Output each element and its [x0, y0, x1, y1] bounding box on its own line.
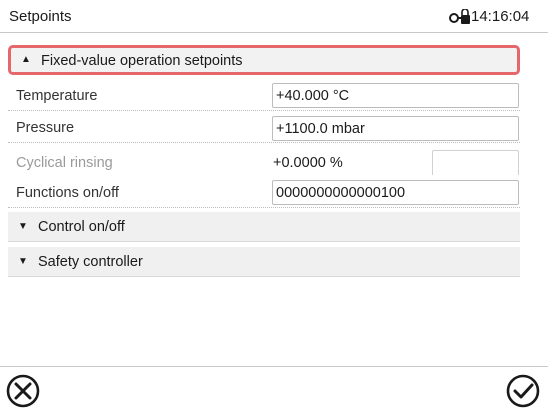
row-functions-on-off: Functions on/off 0000000000000100 [8, 178, 520, 208]
cyclical-rinsing-value: +0.0000 % [273, 155, 343, 171]
cyclical-rinsing-label: Cyclical rinsing [16, 155, 113, 171]
footer-bar [0, 366, 548, 414]
cancel-icon[interactable] [5, 373, 41, 409]
section-label: Safety controller [38, 254, 143, 270]
cyclical-rinsing-field-frame [432, 150, 519, 175]
row-divider [8, 142, 520, 143]
functions-field[interactable]: 0000000000000100 [272, 180, 519, 205]
confirm-icon[interactable] [505, 373, 541, 409]
pressure-field[interactable]: +1100.0 mbar [272, 116, 519, 141]
chevron-down-icon: ▼ [18, 256, 28, 267]
lock-icon [449, 9, 470, 24]
section-label: Fixed-value operation setpoints [41, 53, 243, 69]
section-safety-controller[interactable]: ▼ Safety controller [8, 247, 520, 277]
temperature-label: Temperature [16, 88, 98, 104]
window-title: Setpoints [9, 8, 72, 25]
section-fixed-value-setpoints[interactable]: ▲ Fixed-value operation setpoints [8, 45, 520, 75]
chevron-up-icon: ▲ [21, 54, 31, 65]
pressure-label: Pressure [16, 120, 75, 136]
row-temperature: Temperature +40.000 °C [8, 81, 520, 111]
row-divider [8, 207, 520, 208]
title-bar: Setpoints 14:16:04 [0, 0, 548, 33]
functions-label: Functions on/off [16, 185, 119, 201]
row-cyclical-rinsing: Cyclical rinsing +0.0000 % [8, 148, 520, 178]
clock: 14:16:04 [471, 8, 530, 25]
section-label: Control on/off [38, 219, 125, 235]
temperature-field[interactable]: +40.000 °C [272, 83, 519, 108]
section-control-on-off[interactable]: ▼ Control on/off [8, 212, 520, 242]
row-divider [8, 110, 520, 111]
chevron-down-icon: ▼ [18, 221, 28, 232]
row-pressure: Pressure +1100.0 mbar [8, 113, 520, 143]
